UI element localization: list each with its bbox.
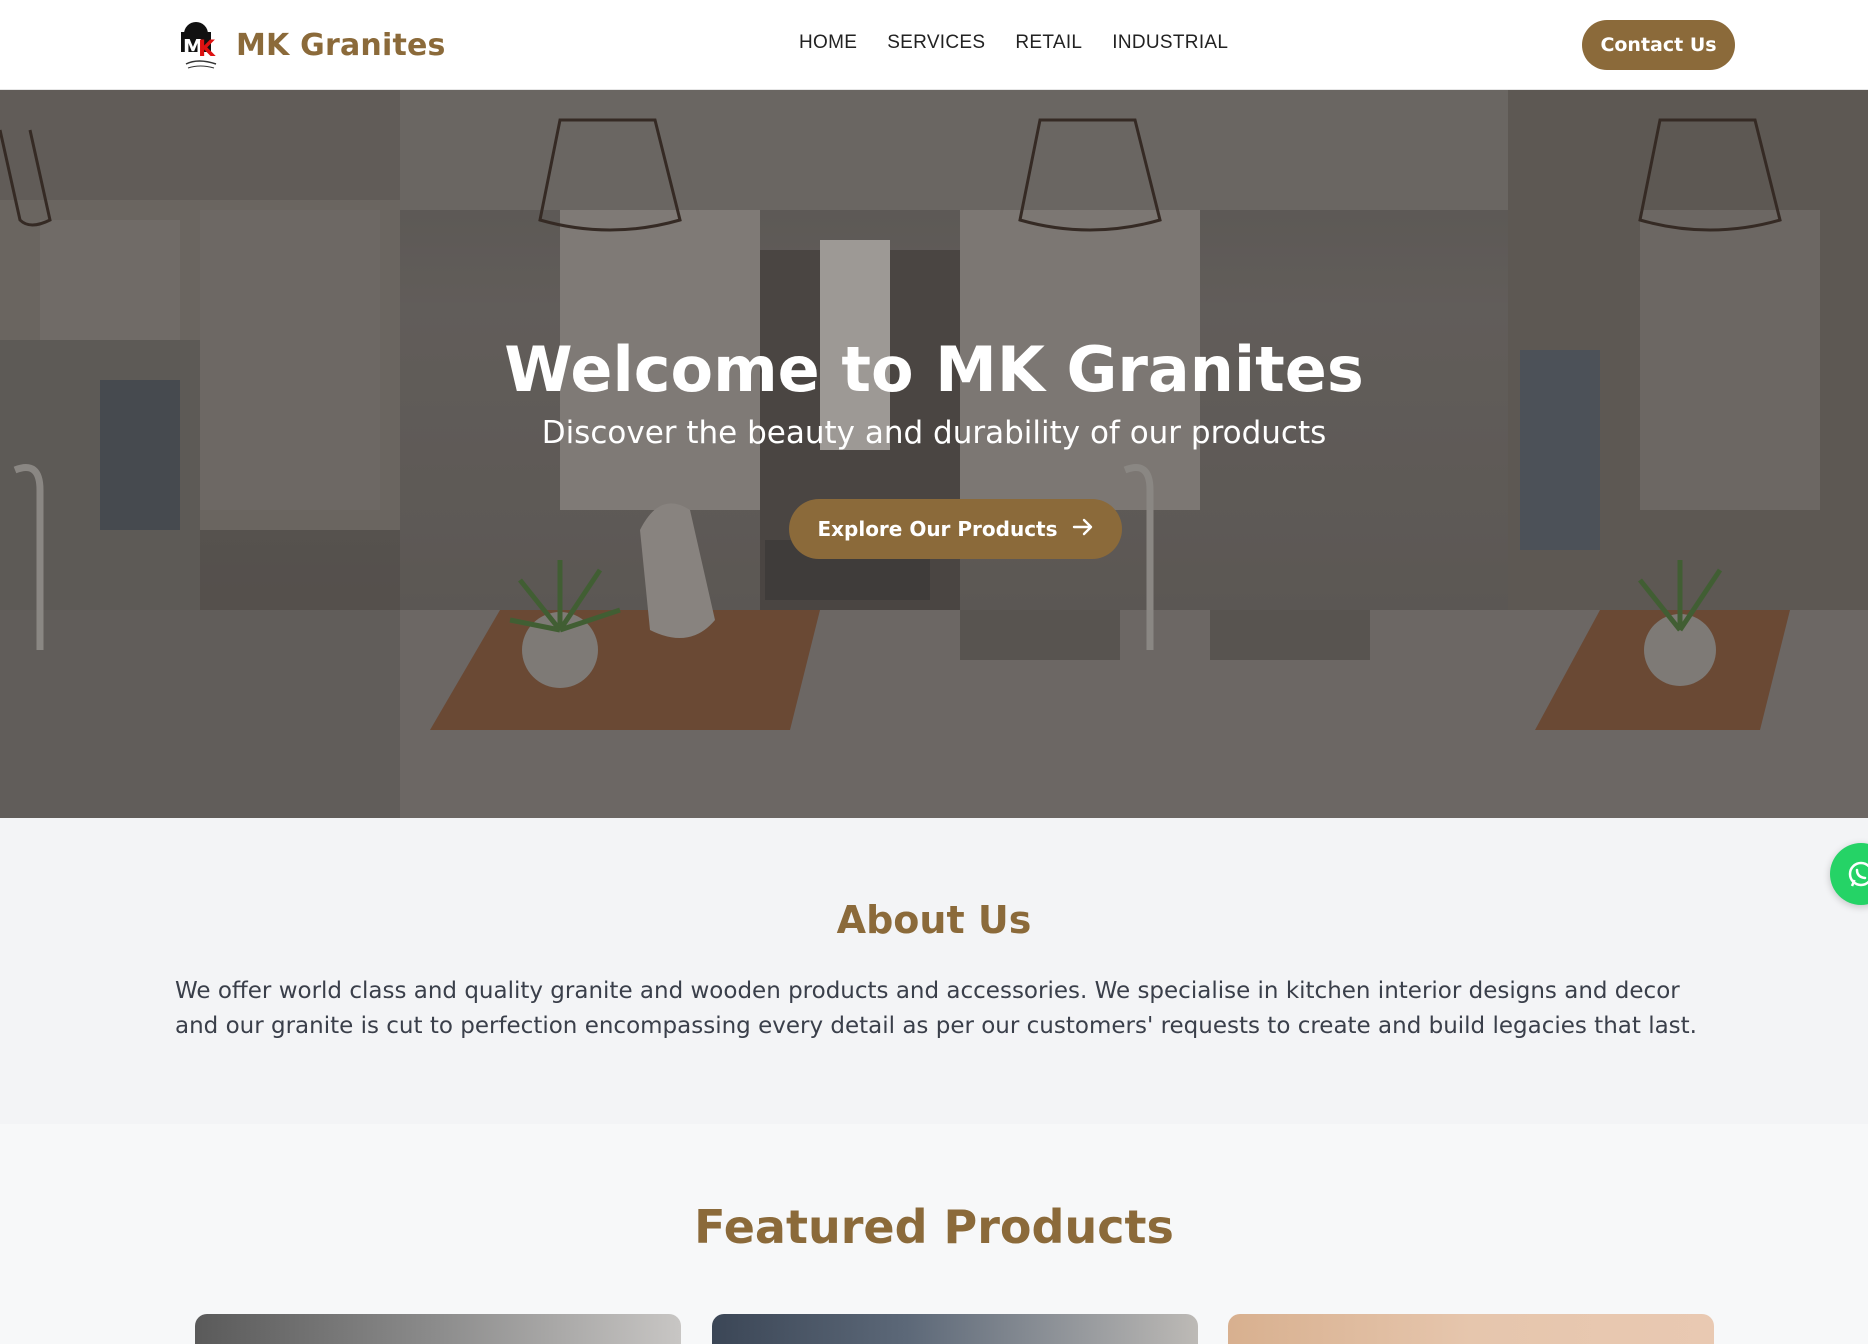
nav-services[interactable]: SERVICES: [887, 32, 985, 54]
hero-subtitle: Discover the beauty and durability of ou…: [541, 415, 1327, 451]
mk-logo-icon: M K: [178, 20, 222, 70]
featured-section: Featured Products: [0, 1124, 1868, 1344]
hero-section: Welcome to MK Granites Discover the beau…: [0, 90, 1868, 818]
about-section: About Us We offer world class and qualit…: [0, 818, 1868, 1124]
nav-industrial[interactable]: INDUSTRIAL: [1112, 32, 1228, 54]
arrow-right-icon: [1072, 516, 1094, 543]
featured-product-card[interactable]: [195, 1314, 681, 1344]
about-title: About Us: [836, 898, 1032, 942]
brand-logo-link[interactable]: M K MK Granites: [178, 20, 446, 70]
hero-overlay: [0, 90, 1868, 818]
explore-products-label: Explore Our Products: [817, 517, 1058, 541]
contact-us-button[interactable]: Contact Us: [1582, 20, 1735, 70]
about-text: We offer world class and quality granite…: [175, 978, 1697, 1039]
brand-name: MK Granites: [236, 27, 446, 63]
main-nav: HOME SERVICES RETAIL INDUSTRIAL: [799, 32, 1258, 54]
nav-retail[interactable]: RETAIL: [1015, 32, 1082, 54]
hero-title: Welcome to MK Granites: [504, 333, 1364, 406]
featured-product-card[interactable]: [712, 1314, 1198, 1344]
whatsapp-icon: [1846, 859, 1868, 893]
svg-text:K: K: [198, 37, 216, 62]
featured-product-card[interactable]: [1228, 1314, 1714, 1344]
nav-home[interactable]: HOME: [799, 32, 857, 54]
explore-products-button[interactable]: Explore Our Products: [789, 499, 1122, 559]
featured-title: Featured Products: [694, 1200, 1174, 1254]
site-header: M K MK Granites HOME SERVICES RETAIL IND…: [0, 0, 1868, 90]
